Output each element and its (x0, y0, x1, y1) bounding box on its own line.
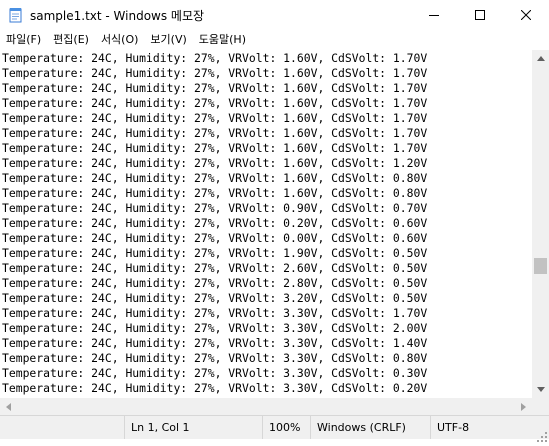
menu-edit[interactable]: 편집(E) (47, 30, 95, 50)
scroll-down-button[interactable] (532, 381, 549, 398)
text-line: Temperature: 24C, Humidity: 27%, VRVolt:… (2, 321, 428, 335)
menu-bar: 파일(F) 편집(E) 서식(O) 보기(V) 도움말(H) (0, 30, 549, 50)
text-editor[interactable]: Temperature: 24C, Humidity: 27%, VRVolt:… (0, 50, 532, 398)
menu-format[interactable]: 서식(O) (95, 30, 144, 50)
chevron-right-icon (521, 402, 526, 411)
close-button[interactable] (503, 0, 549, 30)
text-line: Temperature: 24C, Humidity: 27%, VRVolt:… (2, 366, 428, 380)
close-icon (521, 10, 531, 20)
notepad-icon (8, 7, 24, 23)
text-line: Temperature: 24C, Humidity: 27%, VRVolt:… (2, 111, 428, 125)
resize-grip-icon[interactable] (537, 427, 547, 442)
scroll-left-button[interactable] (0, 398, 17, 415)
window-title: sample1.txt - Windows 메모장 (30, 9, 205, 23)
text-line: Temperature: 24C, Humidity: 27%, VRVolt:… (2, 96, 428, 110)
notepad-window: sample1.txt - Windows 메모장 파일(F) 편집(E) 서식… (0, 0, 549, 442)
text-line: Temperature: 24C, Humidity: 27%, VRVolt:… (2, 246, 428, 260)
maximize-button[interactable] (457, 0, 503, 30)
text-line: Temperature: 24C, Humidity: 27%, VRVolt:… (2, 81, 428, 95)
text-line: Temperature: 24C, Humidity: 27%, VRVolt:… (2, 306, 428, 320)
minimize-button[interactable] (411, 0, 457, 30)
scroll-up-button[interactable] (532, 50, 549, 67)
text-line: Temperature: 24C, Humidity: 27%, VRVolt:… (2, 51, 428, 65)
text-line: Temperature: 24C, Humidity: 27%, VRVolt:… (2, 381, 428, 395)
zoom-level: 100% (262, 416, 310, 439)
chevron-up-icon (536, 56, 545, 61)
status-bar: Ln 1, Col 1 100% Windows (CRLF) UTF-8 (0, 415, 549, 442)
text-line: Temperature: 24C, Humidity: 27%, VRVolt:… (2, 291, 428, 305)
horizontal-scrollbar[interactable] (0, 398, 532, 415)
line-ending: Windows (CRLF) (310, 416, 430, 439)
menu-file[interactable]: 파일(F) (0, 30, 47, 50)
text-line: Temperature: 24C, Humidity: 27%, VRVolt:… (2, 66, 428, 80)
text-line: Temperature: 24C, Humidity: 27%, VRVolt:… (2, 351, 428, 365)
text-line: Temperature: 24C, Humidity: 27%, VRVolt:… (2, 216, 428, 230)
text-line: Temperature: 24C, Humidity: 27%, VRVolt:… (2, 201, 428, 215)
chevron-left-icon (6, 402, 11, 411)
chevron-down-icon (536, 387, 545, 392)
encoding: UTF-8 (430, 416, 549, 439)
text-line: Temperature: 24C, Humidity: 27%, VRVolt:… (2, 276, 428, 290)
menu-help[interactable]: 도움말(H) (193, 30, 252, 50)
maximize-icon (475, 10, 485, 20)
title-bar[interactable]: sample1.txt - Windows 메모장 (0, 0, 549, 30)
text-line: Temperature: 24C, Humidity: 27%, VRVolt:… (2, 126, 428, 140)
scrollbar-corner (532, 398, 549, 415)
text-line: Temperature: 24C, Humidity: 27%, VRVolt:… (2, 231, 428, 245)
text-line: Temperature: 24C, Humidity: 27%, VRVolt:… (2, 156, 428, 170)
text-line: Temperature: 24C, Humidity: 27%, VRVolt:… (2, 336, 428, 350)
cursor-position: Ln 1, Col 1 (124, 416, 262, 439)
menu-view[interactable]: 보기(V) (144, 30, 192, 50)
scroll-right-button[interactable] (515, 398, 532, 415)
vertical-scrollbar[interactable] (532, 50, 549, 398)
minimize-icon (429, 15, 439, 16)
text-line: Temperature: 24C, Humidity: 27%, VRVolt:… (2, 186, 428, 200)
text-line: Temperature: 24C, Humidity: 27%, VRVolt:… (2, 261, 428, 275)
text-line: Temperature: 24C, Humidity: 27%, VRVolt:… (2, 171, 428, 185)
vertical-scroll-thumb[interactable] (534, 258, 547, 274)
text-line: Temperature: 24C, Humidity: 27%, VRVolt:… (2, 141, 428, 155)
